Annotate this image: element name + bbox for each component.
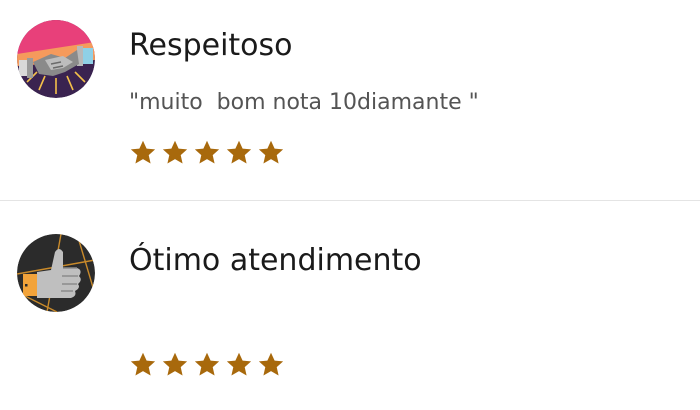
star-icon <box>258 352 284 376</box>
thumbs-up-icon <box>17 234 95 312</box>
star-icon <box>130 352 156 376</box>
star-icon <box>194 140 220 164</box>
review-item: Respeitoso "muito bom nota 10diamante " <box>0 0 700 200</box>
review-comment: "muito bom nota 10diamante " <box>129 90 479 115</box>
star-icon <box>194 352 220 376</box>
handshake-icon <box>17 20 95 98</box>
star-icon <box>162 352 188 376</box>
star-icon <box>130 140 156 164</box>
review-item: Ótimo atendimento <box>0 201 700 410</box>
star-rating <box>129 351 285 379</box>
reviews-list: Respeitoso "muito bom nota 10diamante " <box>0 0 700 410</box>
star-icon <box>226 352 252 376</box>
review-title: Respeitoso <box>129 28 293 63</box>
star-rating <box>129 139 285 167</box>
star-icon <box>258 140 284 164</box>
review-title: Ótimo atendimento <box>129 243 422 278</box>
star-icon <box>162 140 188 164</box>
star-icon <box>226 140 252 164</box>
